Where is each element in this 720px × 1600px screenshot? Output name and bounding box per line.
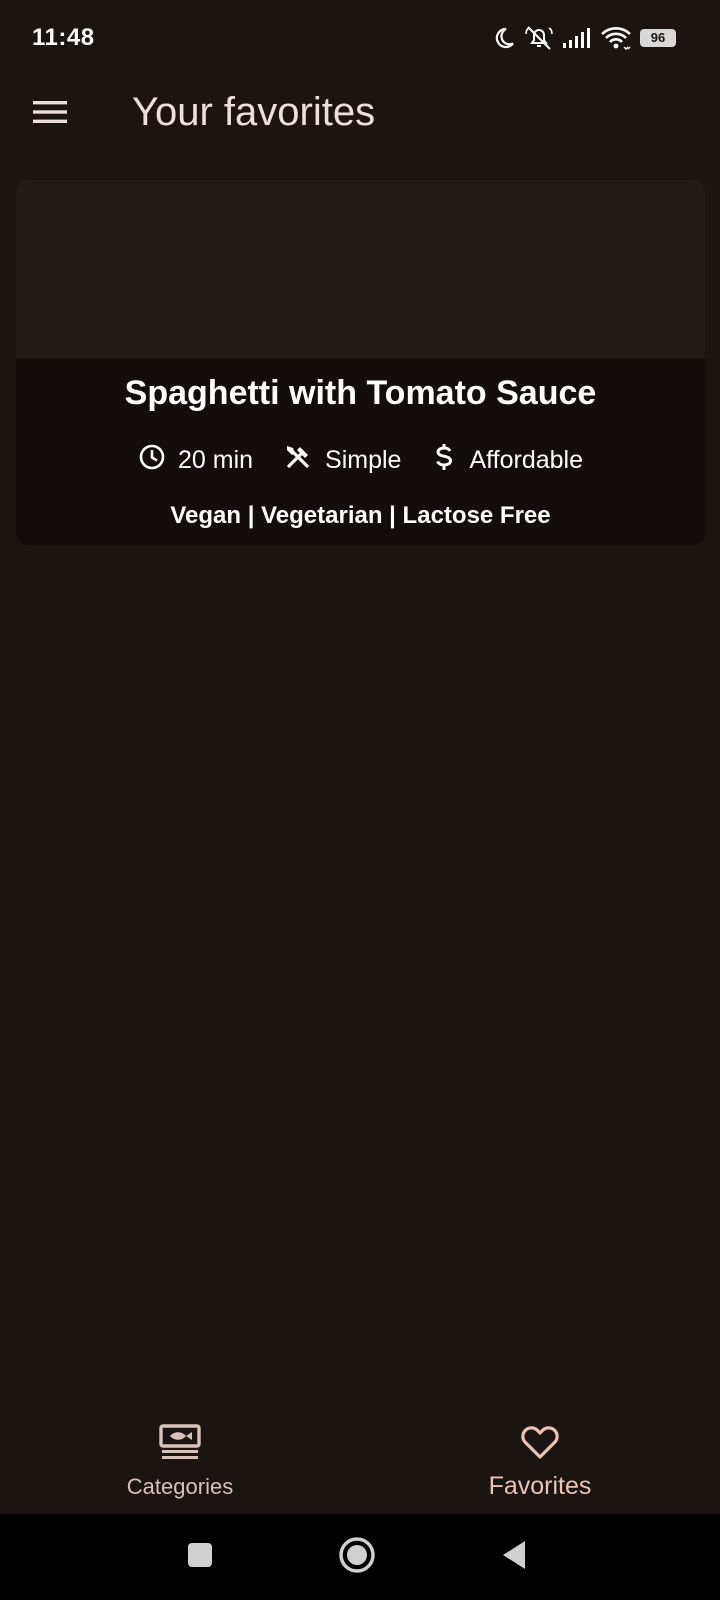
menu-button[interactable] xyxy=(22,86,78,142)
clock-icon xyxy=(138,443,166,478)
meal-duration: 20 min xyxy=(138,443,253,478)
meal-meta: 20 min Simple Affordable xyxy=(16,442,705,479)
dollar-icon xyxy=(431,442,457,479)
home-icon xyxy=(338,1536,376,1579)
nav-label-favorites: Favorites xyxy=(488,1472,592,1500)
meal-image-placeholder xyxy=(16,180,705,358)
meal-tags: Vegan | Vegetarian | Lactose Free xyxy=(170,502,551,529)
moon-icon xyxy=(492,26,516,50)
status-bar: 11:48 96 xyxy=(0,0,720,78)
back-icon xyxy=(499,1539,529,1576)
recents-button[interactable] xyxy=(170,1514,230,1600)
meal-complexity: Simple xyxy=(283,442,401,479)
hamburger-menu-icon xyxy=(33,99,67,130)
complexity-label: Simple xyxy=(325,446,402,474)
wifi-icon xyxy=(600,25,632,51)
signal-icon xyxy=(562,27,592,49)
status-time: 11:48 xyxy=(32,24,95,51)
battery-level: 96 xyxy=(650,30,666,45)
set-meal-icon xyxy=(158,1422,202,1462)
nav-item-favorites[interactable]: Favorites xyxy=(360,1400,720,1514)
page-title: Your favorites xyxy=(132,90,376,134)
duration-label: 20 min xyxy=(178,446,254,474)
battery-icon: 96 xyxy=(640,29,676,47)
silent-bell-icon xyxy=(524,25,554,51)
heart-outline-icon xyxy=(520,1422,560,1462)
status-icons: 96 xyxy=(492,22,676,54)
favorites-screen: 11:48 96 Your favorites Spaghetti with T… xyxy=(0,0,720,1600)
nav-item-categories[interactable]: Categories xyxy=(0,1400,360,1514)
meal-affordability: Affordable xyxy=(431,442,583,479)
app-bar: Your favorites xyxy=(0,78,720,148)
tools-icon xyxy=(283,442,313,479)
affordability-label: Affordable xyxy=(469,446,583,474)
nav-label-categories: Categories xyxy=(126,1474,234,1499)
meal-card[interactable]: Spaghetti with Tomato Sauce 20 min Simpl… xyxy=(16,180,705,545)
back-button[interactable] xyxy=(484,1514,544,1600)
home-button[interactable] xyxy=(327,1514,387,1600)
system-navigation-bar xyxy=(0,1514,720,1600)
bottom-navigation: Categories Favorites xyxy=(0,1400,720,1514)
meal-title: Spaghetti with Tomato Sauce xyxy=(124,374,597,412)
recents-icon xyxy=(186,1541,214,1574)
